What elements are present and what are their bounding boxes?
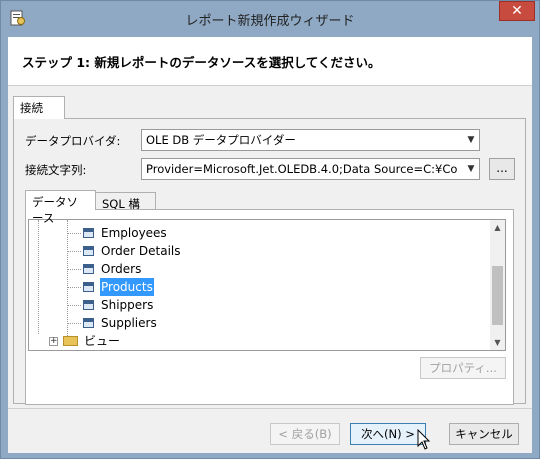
tree-item[interactable]: Suppliers bbox=[29, 314, 489, 332]
table-icon bbox=[83, 228, 94, 238]
tree-item[interactable]: Orders bbox=[29, 260, 489, 278]
tree-item-label: Orders bbox=[101, 262, 142, 276]
tree-item-label: Suppliers bbox=[101, 316, 157, 330]
tree-item-selected[interactable]: Products bbox=[29, 278, 489, 296]
cancel-button[interactable]: キャンセル bbox=[449, 423, 519, 445]
next-button[interactable]: 次へ(N) > bbox=[350, 423, 426, 445]
tree-item-label: Products bbox=[100, 278, 154, 296]
tree-folder-views[interactable]: + ビュー bbox=[29, 332, 489, 350]
tree-item-label: Order Details bbox=[101, 244, 181, 258]
provider-label: データプロバイダ: bbox=[25, 134, 121, 148]
connstr-label: 接続文字列: bbox=[25, 163, 87, 177]
tree-item[interactable]: Shippers bbox=[29, 296, 489, 314]
expand-icon[interactable]: + bbox=[49, 337, 58, 346]
folder-icon bbox=[63, 336, 78, 346]
tree-scrollbar[interactable]: ▲ ▼ bbox=[490, 220, 505, 350]
wizard-header: ステップ 1: 新規レポートのデータソースを選択してください。 bbox=[8, 37, 532, 86]
scroll-thumb[interactable] bbox=[492, 266, 503, 325]
tree-item-label: Shippers bbox=[101, 298, 154, 312]
tree-item[interactable]: Employees bbox=[29, 224, 489, 242]
provider-select[interactable]: OLE DB データプロバイダー ▼ bbox=[141, 129, 480, 151]
scroll-down-icon[interactable]: ▼ bbox=[490, 335, 505, 350]
provider-value: OLE DB データプロバイダー bbox=[146, 133, 296, 147]
mouse-cursor-icon bbox=[417, 429, 431, 450]
table-icon bbox=[83, 264, 94, 274]
browse-button[interactable]: ... bbox=[489, 158, 515, 180]
scroll-up-icon[interactable]: ▲ bbox=[490, 220, 505, 235]
dropdown-arrow-icon[interactable]: ▼ bbox=[463, 130, 479, 150]
table-icon bbox=[83, 246, 94, 256]
tab-connection[interactable]: 接続 bbox=[13, 96, 65, 119]
window-title: レポート新規作成ウィザード bbox=[185, 14, 355, 29]
wizard-window: レポート新規作成ウィザード ✕ ステップ 1: 新規レポートのデータソースを選択… bbox=[0, 0, 540, 459]
tree-item[interactable]: Order Details bbox=[29, 242, 489, 260]
wizard-body: ステップ 1: 新規レポートのデータソースを選択してください。 接続 データプロ… bbox=[8, 37, 532, 453]
tab-sql[interactable]: SQL 構文 bbox=[95, 192, 156, 227]
tree-folder-label: ビュー bbox=[84, 334, 121, 348]
tree-item-label: Employees bbox=[101, 226, 167, 240]
step-instruction: ステップ 1: 新規レポートのデータソースを選択してください。 bbox=[22, 55, 381, 70]
table-icon bbox=[83, 318, 94, 328]
connstr-select[interactable]: Provider=Microsoft.Jet.OLEDB.4.0;Data So… bbox=[141, 158, 480, 180]
properties-button[interactable]: プロパティ... bbox=[420, 357, 506, 379]
dropdown-arrow-icon[interactable]: ▼ bbox=[463, 159, 479, 179]
datasource-tree[interactable]: Employees Order Details Orders Products bbox=[28, 219, 506, 351]
tab-datasource[interactable]: データソース bbox=[25, 190, 96, 225]
back-button[interactable]: < 戻る(B) bbox=[270, 423, 340, 445]
table-icon bbox=[83, 282, 94, 292]
title-bar: レポート新規作成ウィザード ✕ bbox=[1, 1, 539, 37]
close-icon[interactable]: ✕ bbox=[499, 1, 535, 21]
table-icon bbox=[83, 300, 94, 310]
connstr-value: Provider=Microsoft.Jet.OLEDB.4.0;Data So… bbox=[146, 162, 458, 176]
